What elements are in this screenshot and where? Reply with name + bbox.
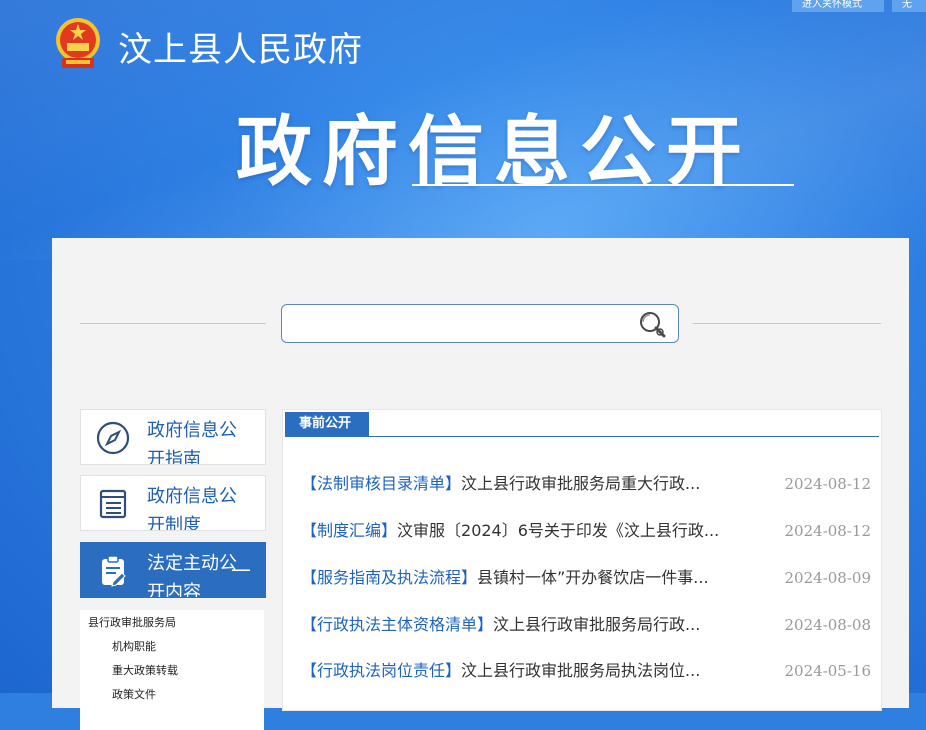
news-category: 【法制审核目录清单】 [301,474,462,493]
news-text: 汶上县行政审批服务局重大行政... [461,474,701,493]
news-item[interactable]: 【法制审核目录清单】汶上县行政审批服务局重大行政... 2024-08-12 [301,469,871,499]
news-date: 2024-08-12 [784,522,871,540]
care-mode-link[interactable]: 进入关怀模式 [792,0,884,12]
search-input[interactable] [292,311,626,337]
news-text: 汶上县行政审批服务局行政... [493,615,701,634]
national-emblem-icon [56,18,100,68]
main-content: 政府信息公开指南 政府信息公开制度 法定主动公开内容 — 县行政审批服务局 机构… [52,238,909,730]
sidebar-item-label: 政府信息公开制度 [147,486,237,530]
sublist-item[interactable]: 政策文件 [112,686,156,702]
sidebar-sublist: 县行政审批服务局 机构职能 重大政策转载 政策文件 [80,610,264,730]
divider-line [80,323,266,324]
news-title[interactable]: 【服务指南及执法流程】县镇村一体”开办餐饮店一件事... [301,563,729,593]
news-date: 2024-08-09 [784,569,871,587]
sidebar-item-system[interactable]: 政府信息公开制度 [80,475,266,531]
news-item[interactable]: 【行政执法主体资格清单】汶上县行政审批服务局行政... 2024-08-08 [301,610,871,640]
clipboard-edit-icon [102,555,126,587]
news-date: 2024-08-08 [784,616,871,634]
news-date: 2024-08-12 [784,475,871,493]
news-category: 【制度汇编】 [301,521,398,540]
news-title[interactable]: 【制度汇编】汶审服〔2024〕6号关于印发《汶上县行政... [301,516,729,546]
news-text: 汶审服〔2024〕6号关于印发《汶上县行政... [397,521,720,540]
top-link-2[interactable]: 无 [892,0,926,12]
news-item[interactable]: 【服务指南及执法流程】县镇村一体”开办餐饮店一件事... 2024-08-09 [301,563,871,593]
news-title[interactable]: 【行政执法岗位责任】汶上县行政审批服务局执法岗位... [301,656,729,686]
document-list-icon [99,489,127,519]
sublist-heading[interactable]: 县行政审批服务局 [88,614,176,630]
divider-line [693,323,881,324]
search-box [281,304,679,343]
news-category: 【行政执法岗位责任】 [301,661,462,680]
compass-icon [96,421,130,455]
sidebar-item-label: 政府信息公开指南 [147,420,237,464]
news-item[interactable]: 【制度汇编】汶审服〔2024〕6号关于印发《汶上县行政... 2024-08-1… [301,516,871,546]
sublist-item[interactable]: 重大政策转载 [112,662,178,678]
news-panel: 事前公开 【法制审核目录清单】汶上县行政审批服务局重大行政... 2024-08… [282,409,882,711]
search-icon[interactable] [638,310,668,338]
news-item[interactable]: 【行政执法岗位责任】汶上县行政审批服务局执法岗位... 2024-05-16 [301,656,871,686]
news-category: 【行政执法主体资格清单】 [301,615,494,634]
sidebar-item-guide[interactable]: 政府信息公开指南 [80,409,266,465]
news-title[interactable]: 【法制审核目录清单】汶上县行政审批服务局重大行政... [301,469,729,499]
top-links: 进入关怀模式 无 [792,0,926,12]
news-text: 汶上县行政审批服务局执法岗位... [461,661,701,680]
news-category: 【服务指南及执法流程】 [301,568,478,587]
sidebar-item-statutory[interactable]: 法定主动公开内容 — [80,542,266,598]
tab-pre-disclosure[interactable]: 事前公开 [285,412,369,436]
news-title[interactable]: 【行政执法主体资格清单】汶上县行政审批服务局行政... [301,610,729,640]
tab-underline [285,436,879,437]
title-divider [412,184,794,186]
news-text: 县镇村一体”开办餐饮店一件事... [477,568,709,587]
site-name: 汶上县人民政府 [118,30,363,70]
collapse-icon[interactable]: — [231,559,251,579]
sublist-item[interactable]: 机构职能 [112,638,156,654]
news-date: 2024-05-16 [784,662,871,680]
